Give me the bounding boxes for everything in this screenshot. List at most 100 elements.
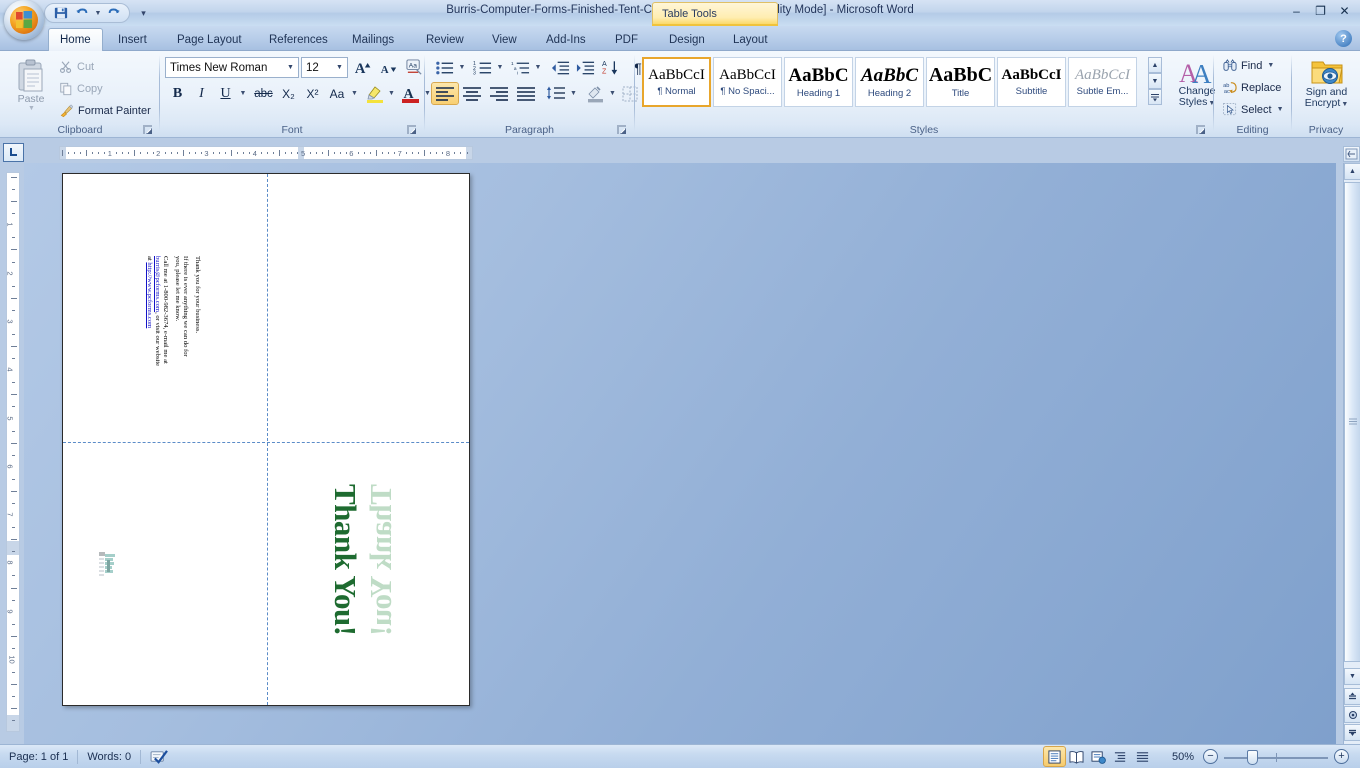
change-case-button[interactable]: Aa bbox=[325, 83, 349, 104]
save-icon[interactable] bbox=[51, 5, 70, 22]
sign-and-encrypt-button[interactable]: Sign and Encrypt▼ bbox=[1299, 55, 1354, 111]
increase-indent-button[interactable] bbox=[573, 57, 597, 78]
select-button[interactable]: Select ▼ bbox=[1220, 102, 1287, 117]
burris-logo-image[interactable] bbox=[98, 551, 116, 577]
card-text-line-3[interactable]: you, please let me know. bbox=[171, 256, 183, 321]
grow-font-button[interactable]: A bbox=[352, 57, 375, 78]
style-no-spacing[interactable]: AaBbCcI ¶ No Spaci... bbox=[713, 57, 782, 107]
redo-icon[interactable] bbox=[104, 5, 123, 22]
scroll-down-icon[interactable]: ▼ bbox=[1344, 668, 1360, 685]
align-left-button[interactable] bbox=[431, 82, 459, 105]
shading-button[interactable] bbox=[583, 83, 607, 104]
decrease-indent-button[interactable] bbox=[548, 57, 572, 78]
view-draft-icon[interactable] bbox=[1132, 747, 1153, 766]
bullets-button[interactable] bbox=[432, 57, 456, 78]
replace-button[interactable]: ab ac Replace bbox=[1220, 80, 1284, 95]
card-text-line-1[interactable]: Thank you for your business. bbox=[191, 256, 203, 333]
line-spacing-dropdown-icon[interactable]: ▼ bbox=[568, 83, 578, 104]
tab-mailings[interactable]: Mailings bbox=[341, 28, 405, 51]
vertical-scrollbar[interactable]: ▲ ▼ bbox=[1343, 163, 1360, 744]
tab-selector-button[interactable] bbox=[3, 143, 24, 162]
font-size-dropdown-icon[interactable]: ▼ bbox=[332, 58, 347, 77]
status-proofing-icon[interactable] bbox=[141, 747, 178, 767]
status-word-count[interactable]: Words: 0 bbox=[78, 747, 140, 767]
help-icon[interactable]: ? bbox=[1335, 30, 1352, 47]
styles-dialog-launcher-icon[interactable] bbox=[1195, 124, 1207, 136]
shading-dropdown-icon[interactable]: ▼ bbox=[607, 83, 617, 104]
horizontal-ruler[interactable]: 1 2 3 4 5 6 7 8 bbox=[59, 146, 473, 160]
underline-dropdown-icon[interactable]: ▼ bbox=[237, 83, 248, 104]
tab-review[interactable]: Review bbox=[415, 28, 475, 51]
tab-pdf[interactable]: PDF bbox=[604, 28, 649, 51]
text-highlight-color-button[interactable] bbox=[363, 83, 386, 104]
style-subtitle[interactable]: AaBbCcI Subtitle bbox=[997, 57, 1066, 107]
change-case-dropdown-icon[interactable]: ▼ bbox=[349, 83, 359, 104]
vertical-ruler[interactable]: 1 2 3 4 5 6 7 8 9 10 bbox=[6, 172, 20, 732]
center-button[interactable] bbox=[459, 83, 485, 104]
font-size-combo[interactable]: 12 ▼ bbox=[301, 57, 348, 78]
cut-button[interactable]: Cut bbox=[56, 59, 97, 75]
justify-button[interactable] bbox=[513, 83, 539, 104]
clear-formatting-button[interactable]: Aa bbox=[403, 57, 426, 78]
multilevel-list-button[interactable]: 1ai bbox=[508, 57, 532, 78]
style-subtle-emphasis[interactable]: AaBbCcI Subtle Em... bbox=[1068, 57, 1137, 107]
tab-layout[interactable]: Layout bbox=[722, 28, 779, 51]
thank-you-wordart[interactable]: Thank You! Thank You! bbox=[328, 484, 423, 664]
italic-button[interactable]: I bbox=[190, 83, 213, 104]
numbering-dropdown-icon[interactable]: ▼ bbox=[494, 57, 505, 78]
document-page[interactable]: Thank you for your business. If there is… bbox=[62, 173, 470, 706]
line-spacing-button[interactable] bbox=[544, 83, 568, 104]
view-print-layout-icon[interactable] bbox=[1042, 746, 1066, 767]
previous-page-icon[interactable] bbox=[1344, 688, 1360, 705]
font-color-button[interactable]: A bbox=[399, 83, 422, 104]
tab-insert[interactable]: Insert bbox=[107, 28, 158, 51]
styles-scroll-down-icon[interactable]: ▼ bbox=[1148, 73, 1162, 89]
underline-button[interactable]: U bbox=[214, 83, 237, 104]
tab-home[interactable]: Home bbox=[48, 28, 103, 51]
document-canvas[interactable]: Thank you for your business. If there is… bbox=[24, 163, 1336, 744]
bold-button[interactable]: B bbox=[166, 83, 189, 104]
zoom-out-button[interactable]: − bbox=[1203, 749, 1218, 764]
bullets-dropdown-icon[interactable]: ▼ bbox=[456, 57, 467, 78]
undo-dropdown-icon[interactable]: ▼ bbox=[93, 5, 102, 22]
split-window-handle[interactable] bbox=[1343, 146, 1360, 162]
tab-design[interactable]: Design bbox=[658, 28, 716, 51]
view-web-layout-icon[interactable] bbox=[1088, 747, 1109, 766]
view-full-screen-reading-icon[interactable] bbox=[1066, 747, 1087, 766]
find-button[interactable]: Find ▼ bbox=[1220, 58, 1277, 73]
email-link[interactable]: burris@pcforms.com bbox=[154, 256, 161, 312]
font-name-combo[interactable]: Times New Roman ▼ bbox=[165, 57, 299, 78]
styles-more-icon[interactable] bbox=[1148, 89, 1162, 105]
align-right-button[interactable] bbox=[486, 83, 512, 104]
next-page-icon[interactable] bbox=[1344, 724, 1360, 741]
restore-button[interactable]: ❐ bbox=[1309, 2, 1332, 19]
superscript-button[interactable]: X² bbox=[301, 83, 324, 104]
style-heading-2[interactable]: AaBbC Heading 2 bbox=[855, 57, 924, 107]
view-outline-icon[interactable] bbox=[1110, 747, 1131, 766]
close-button[interactable]: ✕ bbox=[1333, 2, 1356, 19]
status-page-count[interactable]: Page: 1 of 1 bbox=[0, 747, 77, 767]
styles-scroll-up-icon[interactable]: ▲ bbox=[1148, 57, 1162, 73]
copy-button[interactable]: Copy bbox=[56, 81, 106, 97]
subscript-button[interactable]: X₂ bbox=[277, 83, 300, 104]
numbering-button[interactable]: 123 bbox=[470, 57, 494, 78]
zoom-slider-thumb[interactable] bbox=[1247, 749, 1258, 765]
customize-qat-icon[interactable]: ▾ bbox=[136, 3, 151, 23]
style-heading-1[interactable]: AaBbC Heading 1 bbox=[784, 57, 853, 107]
zoom-level-label[interactable]: 50% bbox=[1163, 747, 1203, 767]
shrink-font-button[interactable]: A bbox=[376, 57, 399, 78]
minimize-button[interactable]: – bbox=[1285, 2, 1308, 19]
paragraph-dialog-launcher-icon[interactable] bbox=[616, 124, 628, 136]
style-normal[interactable]: AaBbCcI ¶ Normal bbox=[642, 57, 711, 107]
highlight-dropdown-icon[interactable]: ▼ bbox=[386, 83, 396, 104]
select-browse-object-icon[interactable] bbox=[1344, 706, 1360, 723]
clipboard-dialog-launcher-icon[interactable] bbox=[142, 124, 154, 136]
tab-page-layout[interactable]: Page Layout bbox=[166, 28, 253, 51]
tab-view[interactable]: View bbox=[481, 28, 528, 51]
font-dialog-launcher-icon[interactable] bbox=[406, 124, 418, 136]
zoom-in-button[interactable]: + bbox=[1334, 749, 1349, 764]
vertical-scroll-thumb[interactable] bbox=[1344, 182, 1360, 662]
scroll-up-icon[interactable]: ▲ bbox=[1344, 163, 1360, 180]
paste-button[interactable]: Paste ▼ bbox=[8, 57, 54, 114]
multilevel-dropdown-icon[interactable]: ▼ bbox=[532, 57, 543, 78]
